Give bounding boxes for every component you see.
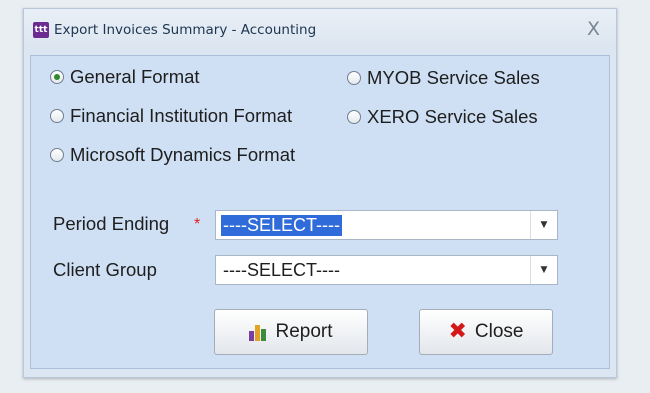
radio-label: Microsoft Dynamics Format — [70, 144, 296, 165]
client-group-value: ----SELECT---- — [223, 260, 340, 280]
radio-unchecked-icon — [347, 110, 361, 124]
options-panel: General Format Financial Institution For… — [30, 55, 610, 369]
radio-label: XERO Service Sales — [367, 106, 538, 127]
radio-financial-institution-format[interactable]: Financial Institution Format — [50, 105, 292, 127]
close-x-icon: ✖ — [448, 319, 467, 344]
app-logo-icon: ttt — [33, 22, 49, 38]
required-marker: * — [194, 216, 201, 233]
radio-label: MYOB Service Sales — [367, 67, 540, 88]
window-close-button[interactable]: X — [587, 18, 600, 40]
close-button[interactable]: ✖ Close — [419, 309, 553, 355]
export-invoices-dialog: ttt Export Invoices Summary - Accounting… — [23, 8, 617, 378]
chevron-down-icon[interactable]: ▼ — [530, 211, 557, 239]
title-bar: ttt Export Invoices Summary - Accounting… — [24, 9, 616, 51]
close-button-label: Close — [474, 321, 524, 342]
radio-general-format[interactable]: General Format — [50, 66, 200, 88]
report-chart-icon — [249, 323, 267, 341]
radio-unchecked-icon — [50, 109, 64, 123]
client-group-select[interactable]: ----SELECT---- ▼ — [215, 255, 558, 285]
client-group-label: Client Group — [53, 259, 157, 280]
radio-unchecked-icon — [347, 71, 361, 85]
radio-label: Financial Institution Format — [70, 105, 293, 126]
period-ending-value: ----SELECT---- — [221, 215, 342, 236]
radio-myob-service-sales[interactable]: MYOB Service Sales — [347, 67, 540, 89]
report-button[interactable]: Report — [214, 309, 368, 355]
radio-label: General Format — [70, 66, 200, 87]
radio-xero-service-sales[interactable]: XERO Service Sales — [347, 106, 538, 128]
period-ending-select[interactable]: ----SELECT---- ▼ — [215, 210, 558, 240]
report-button-label: Report — [275, 321, 333, 342]
chevron-down-icon[interactable]: ▼ — [530, 256, 557, 284]
window-title: Export Invoices Summary - Accounting — [54, 22, 317, 38]
radio-unchecked-icon — [50, 148, 64, 162]
period-ending-label: Period Ending — [53, 213, 170, 234]
radio-checked-icon — [50, 70, 64, 84]
radio-microsoft-dynamics-format[interactable]: Microsoft Dynamics Format — [50, 144, 295, 166]
